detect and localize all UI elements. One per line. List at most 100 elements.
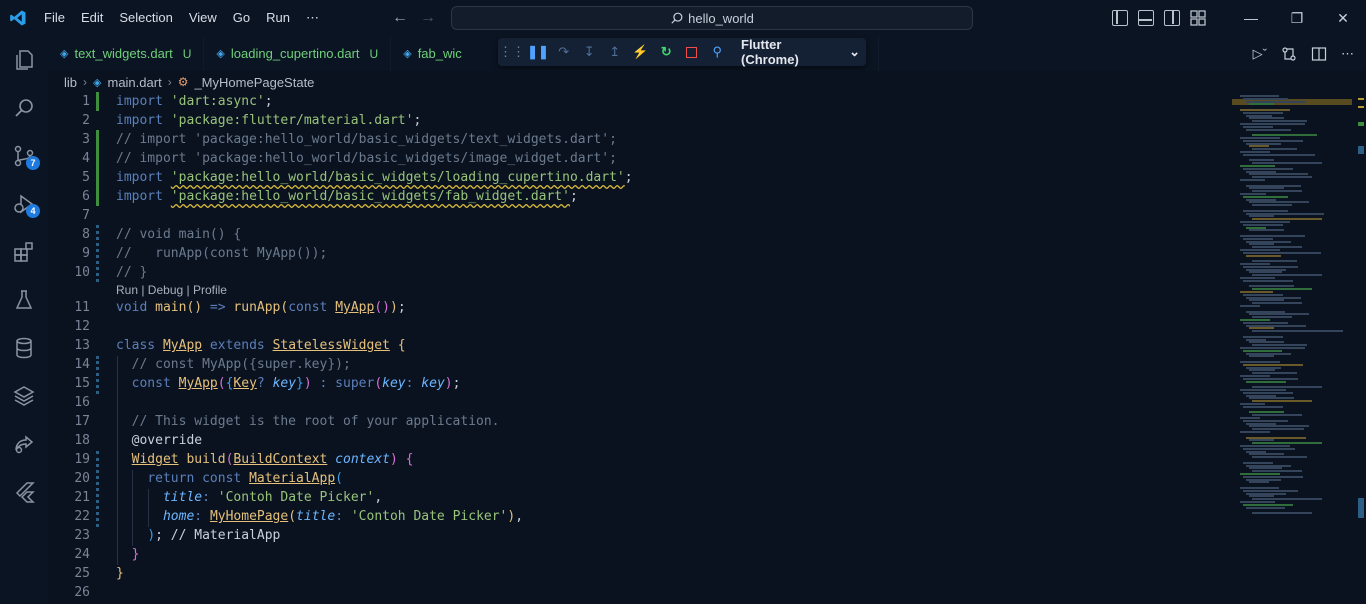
code-line[interactable]: 13 class MyApp extends StatelessWidget { bbox=[48, 336, 1228, 355]
step-over-icon[interactable]: ↷ bbox=[556, 44, 572, 60]
pause-icon[interactable]: ❚❚ bbox=[527, 44, 549, 60]
code-line[interactable]: 20 return const MaterialApp( bbox=[48, 469, 1228, 488]
menu-selection[interactable]: Selection bbox=[111, 0, 180, 36]
debug-target-select[interactable]: Flutter (Chrome) ⌄ bbox=[741, 37, 860, 67]
code-line[interactable]: 10 // } bbox=[48, 263, 1228, 282]
codelens-run-debug-profile[interactable]: Run | Debug | Profile bbox=[116, 283, 227, 297]
menu-view[interactable]: View bbox=[181, 0, 225, 36]
code-line[interactable]: 26 bbox=[48, 583, 1228, 602]
step-into-icon[interactable]: ↧ bbox=[582, 44, 598, 60]
search-icon[interactable] bbox=[0, 84, 48, 132]
code-line[interactable]: 23 ); // MaterialApp bbox=[48, 526, 1228, 545]
menu-go[interactable]: Go bbox=[225, 0, 258, 36]
line-number: 5 bbox=[82, 170, 90, 185]
explorer-icon[interactable] bbox=[0, 36, 48, 84]
breadcrumb-file[interactable]: main.dart bbox=[107, 75, 161, 90]
code-line[interactable]: 11 void main() => runApp(const MyApp()); bbox=[48, 298, 1228, 317]
code-token: import bbox=[116, 113, 171, 128]
database-icon[interactable] bbox=[0, 324, 48, 372]
menu-bar: File Edit Selection View Go Run ⋯ bbox=[36, 0, 327, 36]
minimap-line bbox=[1246, 184, 1301, 187]
code-line[interactable]: 19 Widget build(BuildContext context) { bbox=[48, 450, 1228, 469]
testing-flask-icon[interactable] bbox=[0, 276, 48, 324]
tab-label: text_widgets.dart bbox=[74, 46, 173, 61]
code-editor[interactable]: Run | Debug | Profile 1 import 'dart:asyn… bbox=[48, 92, 1228, 604]
step-out-icon[interactable]: ↥ bbox=[607, 44, 623, 60]
code-line[interactable]: 22 home: MyHomePage(title: 'Contoh Date … bbox=[48, 507, 1228, 526]
stop-icon[interactable] bbox=[684, 44, 700, 60]
code-line[interactable]: 6 import 'package:hello_world/basic_widge… bbox=[48, 187, 1228, 206]
toggle-secondary-sidebar-icon[interactable] bbox=[1164, 10, 1180, 26]
minimap-line bbox=[1249, 369, 1275, 372]
code-line[interactable]: 14 // const MyApp({super.key}); bbox=[48, 355, 1228, 374]
title-bar: File Edit Selection View Go Run ⋯ ← → he… bbox=[0, 0, 1366, 36]
restart-icon[interactable]: ↻ bbox=[659, 44, 675, 60]
code-line[interactable]: 2 import 'package:flutter/material.dart'; bbox=[48, 111, 1228, 130]
code-line[interactable]: 4 // import 'package:hello_world/basic_wi… bbox=[48, 149, 1228, 168]
minimap-line bbox=[1249, 201, 1309, 204]
code-line[interactable]: 7 bbox=[48, 206, 1228, 225]
code-line[interactable]: 15 const MyApp({Key? key}) : super(key: … bbox=[48, 374, 1228, 393]
code-line[interactable]: 9 // runApp(const MyApp()); bbox=[48, 244, 1228, 263]
hot-reload-icon[interactable]: ⚡ bbox=[632, 44, 648, 60]
menu-more[interactable]: ⋯ bbox=[298, 0, 327, 36]
code-line[interactable]: 24 } bbox=[48, 545, 1228, 564]
toggle-primary-sidebar-icon[interactable] bbox=[1112, 10, 1128, 26]
code-line[interactable]: 21 title: 'Contoh Date Picker', bbox=[48, 488, 1228, 507]
drag-handle-icon[interactable]: ⋮⋮ bbox=[499, 44, 525, 60]
live-share-icon[interactable] bbox=[0, 420, 48, 468]
scrollbar-marker bbox=[1358, 122, 1364, 126]
run-play-icon[interactable]: ▷ˇ bbox=[1253, 46, 1267, 62]
code-line[interactable]: 12 bbox=[48, 317, 1228, 336]
more-actions-icon[interactable]: ⋯ bbox=[1341, 46, 1354, 62]
tab-loading-cupertino[interactable]: ◈ loading_cupertino.dart U bbox=[204, 36, 392, 71]
extensions-icon[interactable] bbox=[0, 228, 48, 276]
command-center[interactable]: hello_world bbox=[451, 6, 973, 30]
minimap-line bbox=[1249, 467, 1282, 470]
forward-arrow-icon[interactable]: → bbox=[420, 9, 436, 27]
code-text: class MyApp extends StatelessWidget { bbox=[116, 338, 406, 353]
devtools-search-icon[interactable]: ⚲ bbox=[710, 44, 726, 60]
close-icon[interactable]: ✕ bbox=[1320, 0, 1366, 36]
customize-layout-icon[interactable] bbox=[1190, 10, 1206, 26]
menu-file[interactable]: File bbox=[36, 0, 73, 36]
code-line[interactable]: 17 // This widget is the root of your ap… bbox=[48, 412, 1228, 431]
minimap-line bbox=[1249, 411, 1284, 414]
minimap-line bbox=[1243, 405, 1283, 408]
source-control-icon[interactable]: 7 bbox=[0, 132, 48, 180]
code-line[interactable]: 8 // void main() { bbox=[48, 225, 1228, 244]
editor-actions: ▷ˇ ⋯ bbox=[1253, 36, 1354, 71]
minimap-line bbox=[1243, 153, 1315, 156]
code-line[interactable]: 16 bbox=[48, 393, 1228, 412]
code-text: title: 'Contoh Date Picker', bbox=[116, 490, 382, 505]
code-line[interactable]: 1 import 'dart:async'; bbox=[48, 92, 1228, 111]
tab-label: fab_wic bbox=[417, 46, 462, 61]
breadcrumb-symbol[interactable]: _MyHomePageState bbox=[194, 75, 314, 90]
code-text: // import 'package:hello_world/basic_wid… bbox=[116, 151, 617, 166]
code-line[interactable]: 5 import 'package:hello_world/basic_widge… bbox=[48, 168, 1228, 187]
code-line[interactable]: 25} bbox=[48, 564, 1228, 583]
breadcrumb-folder[interactable]: lib bbox=[64, 75, 77, 90]
minimize-icon[interactable]: — bbox=[1228, 0, 1274, 36]
tab-text-widgets[interactable]: ◈ text_widgets.dart U bbox=[48, 36, 205, 71]
line-number: 23 bbox=[74, 528, 90, 543]
minimap-line bbox=[1243, 503, 1293, 506]
menu-run[interactable]: Run bbox=[258, 0, 298, 36]
layers-icon[interactable] bbox=[0, 372, 48, 420]
flutter-icon[interactable] bbox=[0, 468, 48, 516]
minimap-line bbox=[1243, 349, 1282, 352]
minimap-line bbox=[1240, 445, 1290, 447]
toggle-panel-icon[interactable] bbox=[1138, 10, 1154, 26]
minimap-line bbox=[1240, 361, 1280, 363]
minimap-line bbox=[1243, 167, 1293, 170]
code-line[interactable]: 18 @override bbox=[48, 431, 1228, 450]
menu-edit[interactable]: Edit bbox=[73, 0, 111, 36]
code-line[interactable]: 3 // import 'package:hello_world/basic_wi… bbox=[48, 130, 1228, 149]
split-editor-icon[interactable] bbox=[1311, 46, 1327, 62]
compare-changes-icon[interactable] bbox=[1281, 46, 1297, 62]
minimap[interactable] bbox=[1232, 92, 1352, 604]
run-debug-icon[interactable]: 4 bbox=[0, 180, 48, 228]
back-arrow-icon[interactable]: ← bbox=[392, 9, 408, 27]
restore-icon[interactable]: ❐ bbox=[1274, 0, 1320, 36]
vertical-scrollbar[interactable] bbox=[1356, 92, 1366, 604]
